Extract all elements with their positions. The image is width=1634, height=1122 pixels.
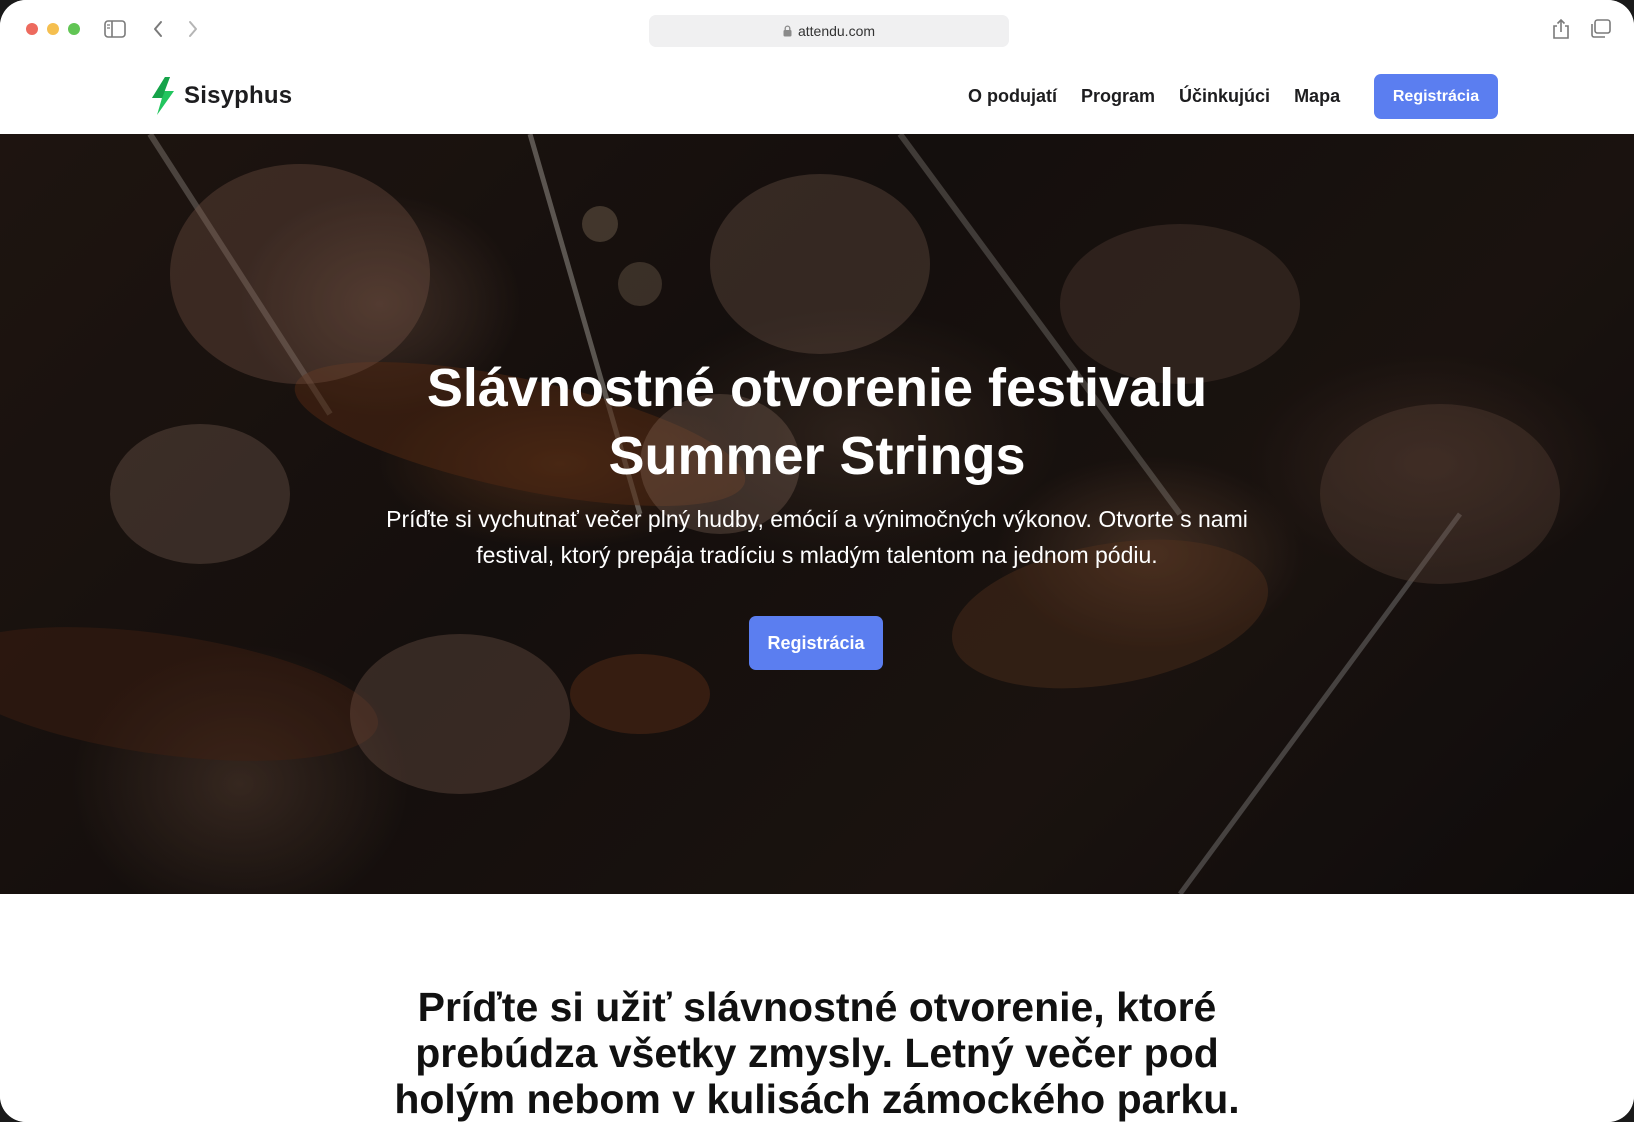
hero-title-line: Summer Strings xyxy=(608,426,1026,486)
intro-heading: Príďte si užiť slávnostné otvorenie, kto… xyxy=(317,984,1317,1122)
intro-heading-line: holým nebom v kulisách zámockého parku. xyxy=(394,1076,1240,1122)
browser-window: attendu.com Sisyphus O podujatí Program … xyxy=(0,0,1634,1122)
hero-title: Slávnostné otvorenie festivalu Summer St… xyxy=(317,354,1317,490)
nav-link-about[interactable]: O podujatí xyxy=(968,86,1057,107)
lightning-bolt-icon xyxy=(152,77,174,115)
hero-section: Slávnostné otvorenie festivalu Summer St… xyxy=(0,134,1634,894)
back-button[interactable] xyxy=(143,14,173,44)
main-nav: O podujatí Program Účinkujúci Mapa xyxy=(968,78,1364,114)
minimize-window-button[interactable] xyxy=(47,23,59,35)
tabs-overview-button[interactable] xyxy=(1585,14,1615,44)
address-bar[interactable]: attendu.com xyxy=(649,15,1009,47)
share-button[interactable] xyxy=(1546,14,1576,44)
lock-icon xyxy=(783,25,792,37)
sidebar-toggle-button[interactable] xyxy=(100,14,130,44)
forward-button[interactable] xyxy=(178,14,208,44)
close-window-button[interactable] xyxy=(26,23,38,35)
tabs-icon xyxy=(1591,19,1611,38)
chevron-right-icon xyxy=(189,21,197,37)
brand-logo[interactable]: Sisyphus xyxy=(150,76,292,116)
hero-register-button[interactable]: Registrácia xyxy=(749,616,883,670)
nav-register-button[interactable]: Registrácia xyxy=(1374,74,1498,119)
nav-link-performers[interactable]: Účinkujúci xyxy=(1179,86,1270,107)
site-header: Sisyphus O podujatí Program Účinkujúci M… xyxy=(0,58,1634,134)
url-text: attendu.com xyxy=(797,23,876,39)
share-icon xyxy=(1553,18,1569,39)
intro-section: Príďte si užiť slávnostné otvorenie, kto… xyxy=(0,894,1634,1122)
hero-subtitle: Príďte si vychutnať večer plný hudby, em… xyxy=(317,501,1317,573)
hero-title-line: Slávnostné otvorenie festivalu xyxy=(426,358,1208,418)
nav-link-map[interactable]: Mapa xyxy=(1294,86,1340,107)
hero-subtitle-line: festival, ktorý prepája tradíciu s mladý… xyxy=(476,542,1158,568)
intro-heading-line: Príďte si užiť slávnostné otvorenie, kto… xyxy=(417,984,1217,1030)
nav-link-program[interactable]: Program xyxy=(1081,86,1155,107)
intro-heading-line: prebúdza všetky zmysly. Letný večer pod xyxy=(415,1030,1219,1076)
brand-name: Sisyphus xyxy=(184,82,293,109)
hero-subtitle-line: Príďte si vychutnať večer plný hudby, em… xyxy=(386,506,1248,532)
sidebar-icon xyxy=(104,20,126,38)
browser-toolbar: attendu.com xyxy=(0,0,1634,59)
chevron-left-icon xyxy=(154,21,162,37)
zoom-window-button[interactable] xyxy=(68,23,80,35)
